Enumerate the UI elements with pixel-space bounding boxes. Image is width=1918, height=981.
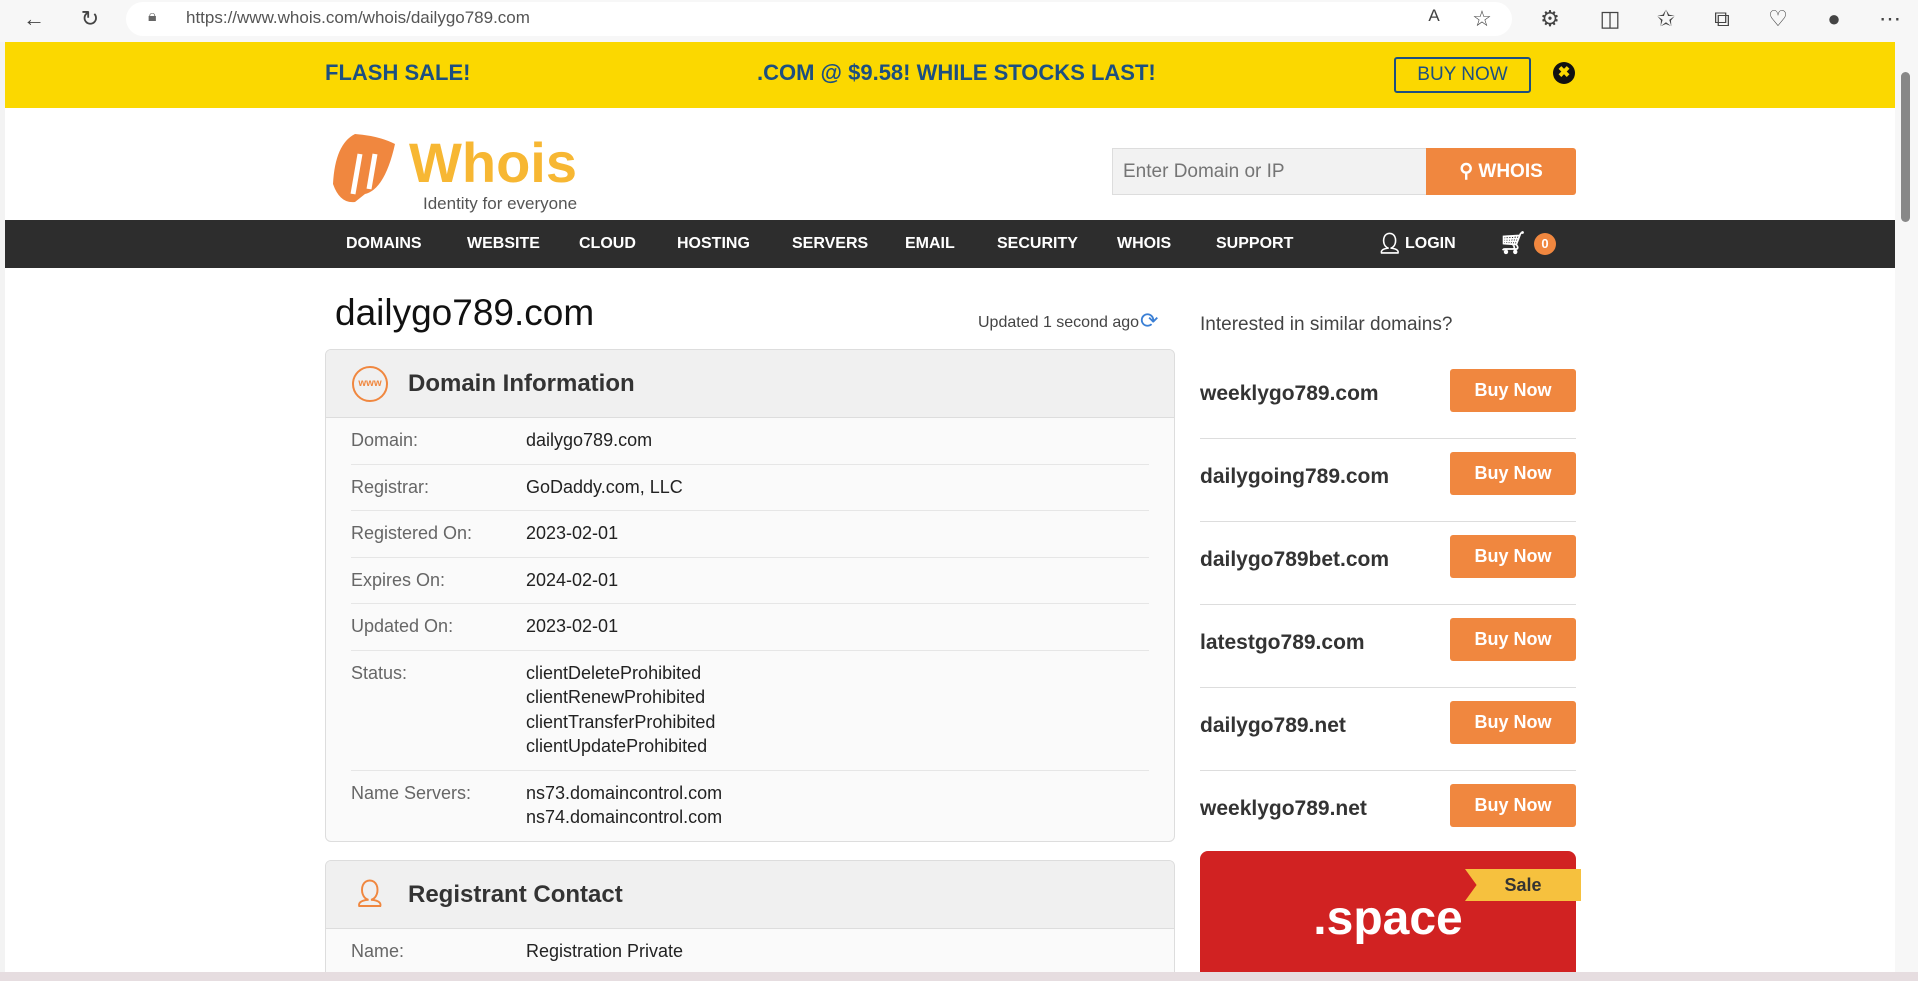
login-link[interactable]: LOGIN <box>1405 235 1456 253</box>
registrant-contact-panel: 👤︎ Registrant Contact Name: Registration P… <box>325 860 1175 972</box>
buy-now-button[interactable]: Buy Now <box>1450 701 1576 744</box>
row-label: Registered On: <box>351 523 473 543</box>
row-value: 2024-02-01 <box>526 569 619 590</box>
scrollbar-thumb[interactable] <box>1901 72 1910 222</box>
row-value: ns73.domaincontrol.com ns74.domaincontro… <box>526 782 723 828</box>
nav-domains[interactable]: DOMAINS <box>346 235 422 253</box>
similar-domain-item: weeklygo789.net Buy Now <box>1200 771 1576 854</box>
whois-logo[interactable]: Whois Identity for everyone <box>325 124 615 214</box>
logo-tagline: Identity for everyone <box>423 194 578 213</box>
health-icon[interactable]: ♡ <box>1764 6 1792 32</box>
similar-domain-item: weeklygo789.com Buy Now <box>1200 356 1576 439</box>
updated-text: Updated 1 second ago <box>978 314 1140 331</box>
row-value: GoDaddy.com, LLC <box>526 476 683 497</box>
row-label: Registrar: <box>351 476 430 497</box>
buy-now-button[interactable]: Buy Now <box>1450 618 1576 661</box>
window-bottom-edge <box>0 972 1918 981</box>
nav-hosting[interactable]: HOSTING <box>677 235 750 253</box>
whois-search-button[interactable]: ⚲ WHOIS <box>1426 148 1576 195</box>
domain-information-panel: www Domain Information Domain: dailygo789.… <box>325 349 1175 842</box>
row-value: Registration Private <box>526 941 684 961</box>
webpage: FLASH SALE! .COM @ $9.58! WHILE STOCKS L… <box>5 42 1895 972</box>
similar-domain-item: latestgo789.com Buy Now <box>1200 605 1576 688</box>
lock-icon: 🔒︎ <box>148 8 157 25</box>
user-icon: 👤︎ <box>1377 233 1403 255</box>
row-label: Domain: <box>351 430 419 450</box>
similar-domain-item: dailygoing789.com Buy Now <box>1200 439 1576 522</box>
flash-sale-label: FLASH SALE! <box>325 60 471 85</box>
buy-now-button[interactable]: Buy Now <box>1450 369 1576 412</box>
similar-domain-name: weeklygo789.net <box>1200 797 1367 820</box>
similar-domain-name: dailygoing789.com <box>1200 465 1390 488</box>
nav-email[interactable]: EMAIL <box>905 235 955 253</box>
similar-domain-item: dailygo789.net Buy Now <box>1200 688 1576 771</box>
logo-mark-icon <box>333 134 395 203</box>
back-icon[interactable]: ← <box>20 6 48 32</box>
info-row: Status: clientDeleteProhibited clientRene… <box>351 651 1149 771</box>
similar-domains-heading: Interested in similar domains? <box>1200 314 1453 335</box>
search-icon: ⚲ <box>1459 161 1479 182</box>
space-sale-ad[interactable]: Sale .space <box>1200 851 1581 972</box>
row-label: Expires On: <box>351 569 446 590</box>
split-screen-icon[interactable]: ◫ <box>1596 6 1624 32</box>
row-value: 2023-02-01 <box>526 523 619 543</box>
nav-servers[interactable]: SERVERS <box>792 235 868 253</box>
read-aloud-icon[interactable]: A <box>1420 6 1448 26</box>
similar-domain-name: dailygo789bet.com <box>1200 548 1390 571</box>
row-label: Name: <box>351 941 405 961</box>
row-value: dailygo789.com <box>526 430 653 450</box>
info-row: Domain: dailygo789.com <box>351 418 1149 465</box>
www-globe-icon: www <box>352 366 388 402</box>
similar-domain-item: dailygo789bet.com Buy Now <box>1200 522 1576 605</box>
info-row: Registered On: 2023-02-01 <box>351 511 1149 558</box>
row-label: Status: <box>351 662 408 683</box>
favorites-icon[interactable]: ✩ <box>1652 6 1680 32</box>
info-row: Registrar: GoDaddy.com, LLC <box>351 465 1149 511</box>
favorite-star-icon[interactable]: ☆ <box>1468 6 1496 32</box>
browser-toolbar: ← ↻ 🔒︎ https://www.whois.com/whois/daily… <box>0 0 1918 42</box>
more-icon[interactable]: ⋯ <box>1876 6 1904 32</box>
info-row: Name: Registration Private <box>351 929 1149 972</box>
nav-whois[interactable]: WHOIS <box>1117 235 1171 253</box>
refresh-icon[interactable]: ⟳ <box>1140 308 1158 334</box>
row-label: Name Servers: <box>351 782 472 803</box>
page-title: dailygo789.com <box>335 292 595 333</box>
reload-icon[interactable]: ↻ <box>76 6 104 32</box>
collections-icon[interactable]: ⧉ <box>1708 6 1736 32</box>
similar-domain-name: dailygo789.net <box>1200 714 1346 737</box>
nav-support[interactable]: SUPPORT <box>1216 235 1293 253</box>
row-value: 2023-02-01 <box>526 616 619 636</box>
panel-heading: Domain Information <box>408 370 635 397</box>
whois-search-label: WHOIS <box>1478 161 1543 182</box>
extensions-icon[interactable]: ⚙ <box>1536 6 1564 32</box>
person-icon: 👤︎ <box>353 878 387 908</box>
buy-now-button[interactable]: Buy Now <box>1450 535 1576 578</box>
similar-domain-name: latestgo789.com <box>1200 631 1365 654</box>
profile-icon[interactable]: ● <box>1820 6 1848 32</box>
url-text[interactable]: https://www.whois.com/whois/dailygo789.c… <box>186 8 530 28</box>
similar-domain-name: weeklygo789.com <box>1200 382 1379 405</box>
domain-search-input[interactable] <box>1112 148 1426 195</box>
row-label: Updated On: <box>351 616 454 636</box>
buy-now-button[interactable]: Buy Now <box>1450 452 1576 495</box>
panel-heading: Registrant Contact <box>408 881 623 908</box>
cart-icon[interactable]: 🛒︎ <box>1499 230 1527 256</box>
close-icon[interactable]: ✖ <box>1553 62 1575 84</box>
main-nav: DOMAINS WEBSITE CLOUD HOSTING SERVERS EM… <box>5 220 1895 268</box>
logo-text: Whois <box>409 131 577 194</box>
info-row: Expires On: 2024-02-01 <box>351 558 1149 604</box>
info-row: Name Servers: ns73.domaincontrol.com ns74… <box>351 771 1149 841</box>
buy-now-button[interactable]: Buy Now <box>1450 784 1576 827</box>
nav-security[interactable]: SECURITY <box>997 235 1078 253</box>
flash-sale-banner: FLASH SALE! .COM @ $9.58! WHILE STOCKS L… <box>5 42 1895 108</box>
offer-text: .COM @ $9.58! WHILE STOCKS LAST! <box>757 60 1156 85</box>
info-row: Updated On: 2023-02-01 <box>351 604 1149 651</box>
nav-cloud[interactable]: CLOUD <box>579 235 636 253</box>
banner-buy-now-button[interactable]: BUY NOW <box>1394 57 1531 93</box>
cart-count-badge: 0 <box>1534 233 1556 255</box>
nav-website[interactable]: WEBSITE <box>467 235 540 253</box>
ad-tld: .space <box>1313 892 1463 945</box>
row-value: clientDeleteProhibited clientRenewProhib… <box>526 662 716 757</box>
